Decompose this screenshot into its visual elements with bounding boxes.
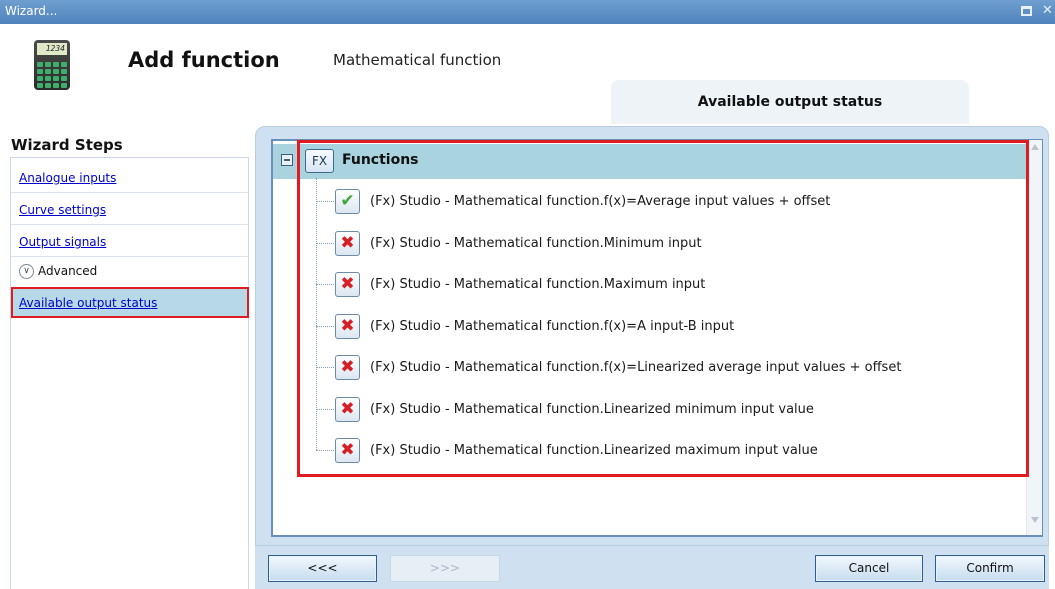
tree-item-label: (Fx) Studio - Mathematical function.f(x)… [370,318,735,334]
close-icon[interactable]: ✕ [1042,3,1053,18]
tree-item-label: (Fx) Studio - Mathematical function.Line… [370,443,818,458]
calculator-icon: 1234 [34,40,70,90]
tree-item[interactable]: ✖ (Fx) Studio - Mathematical function.Lin… [316,437,1006,465]
tree-item-label: (Fx) Studio - Mathematical function.Line… [370,401,814,417]
scroll-down-icon[interactable] [1031,517,1039,523]
wizard-steps-panel [10,157,249,589]
cross-icon[interactable]: ✖ [335,355,360,380]
wizard-steps-title: Wizard Steps [11,136,123,154]
tree-item[interactable]: ✖ (Fx) Studio - Mathematical function.f(x… [316,354,1006,382]
title-bar: Wizard... ✕ [0,0,1055,24]
tree-branch-line [316,450,334,451]
next-button: >>> [390,555,500,582]
tree-item[interactable]: ✖ (Fx) Studio - Mathematical function.Lin… [316,396,1006,424]
wizard-steps-sidebar: Wizard Steps Analogue inputs Curve setti… [0,124,250,589]
tree-item[interactable]: ✖ (Fx) Studio - Mathematical function.Max… [316,271,1006,299]
page-title: Add function [128,48,280,72]
cross-icon[interactable]: ✖ [335,396,360,422]
confirm-button[interactable]: Confirm [935,555,1045,582]
scroll-up-icon[interactable] [1031,144,1039,150]
cross-icon[interactable]: ✖ [335,438,360,463]
tree-branch-line [316,408,334,410]
tree-item-label: (Fx) Studio - Mathematical function.Maxi… [370,277,706,292]
advanced-group-toggle[interactable]: ∨ Advanced [19,264,97,279]
sidebar-item-output-signals[interactable]: Output signals [19,235,106,249]
tree-item-label: (Fx) Studio - Mathematical function.f(x)… [370,194,831,209]
tree-item-label: (Fx) Studio - Mathematical function.f(x)… [370,360,902,375]
tree-item[interactable]: ✖ (Fx) Studio - Mathematical function.f(x… [316,313,1006,341]
tree-branch-line [316,242,334,244]
wizard-header: 1234 Add function Mathematical function … [0,24,1055,124]
sidebar-item-curve-settings[interactable]: Curve settings [19,203,106,217]
page-subtitle: Mathematical function [333,51,502,69]
vertical-scrollbar[interactable] [1026,140,1042,535]
function-icon: FX [305,149,334,173]
sidebar-item-label: Available output status [19,296,158,310]
cross-icon[interactable]: ✖ [335,313,360,339]
tree-branch-line [316,325,334,327]
back-button[interactable]: <<< [268,555,377,582]
cross-icon[interactable]: ✖ [335,230,360,256]
calculator-display: 1234 [37,43,67,55]
check-icon[interactable]: ✔ [335,189,360,214]
window-title: Wizard... [5,4,58,18]
tree-branch-line [316,367,334,368]
cross-icon[interactable]: ✖ [335,272,360,297]
sidebar-item-available-output-status[interactable]: Available output status [11,287,249,318]
chevron-down-icon: ∨ [19,264,34,279]
tree-branch-line [316,284,334,285]
advanced-group-label: Advanced [38,264,98,278]
tree-item-label: (Fx) Studio - Mathematical function.Mini… [370,235,702,251]
cancel-button[interactable]: Cancel [815,555,923,582]
tree-branch-line [316,201,334,202]
tree-root-label: Functions [342,152,419,168]
tree-item[interactable]: ✖ (Fx) Studio - Mathematical function.Min… [316,230,1006,258]
collapse-icon[interactable] [281,154,293,166]
sidebar-item-analogue-inputs[interactable]: Analogue inputs [19,171,116,185]
maximize-icon[interactable] [1021,6,1032,16]
tree-item[interactable]: ✔ (Fx) Studio - Mathematical function.f(x… [316,188,1006,216]
step-tab: Available output status [611,80,969,124]
